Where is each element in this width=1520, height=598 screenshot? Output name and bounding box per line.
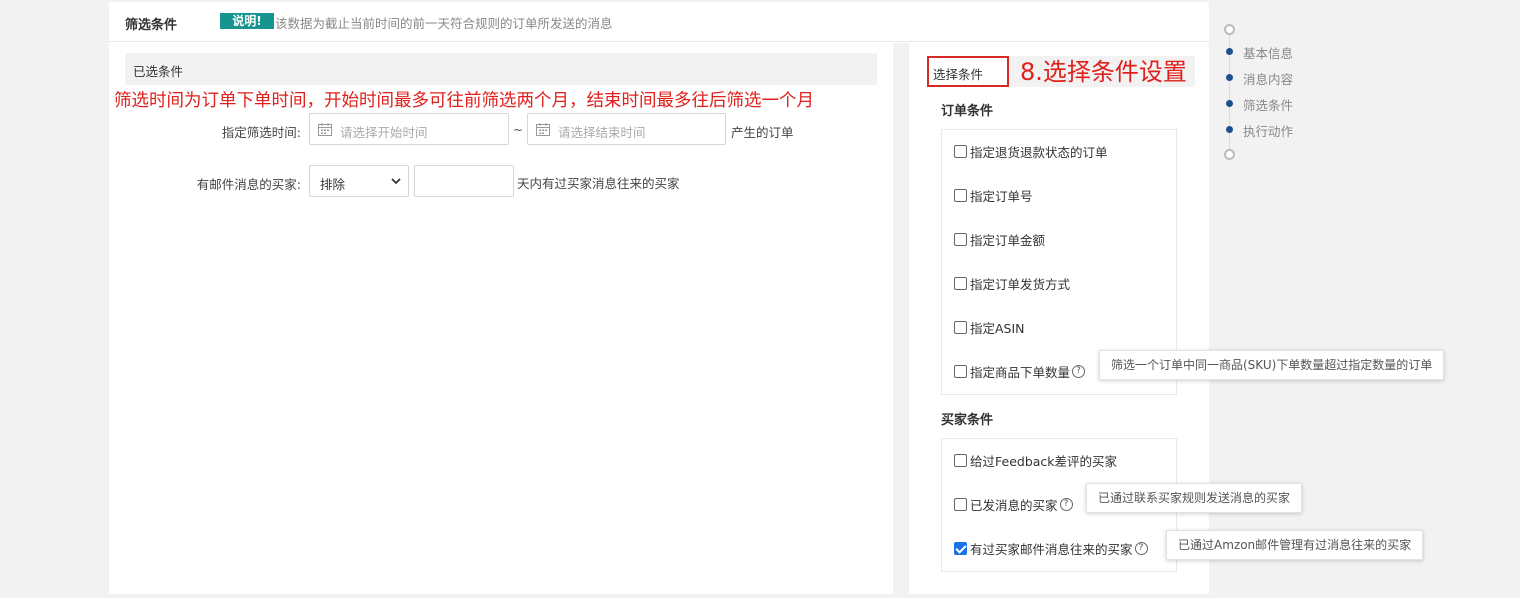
filter-panel: 筛选条件 说明! 该数据为截止当前时间的前一天符合规则的订单所发送的消息 已选条… <box>109 2 1209 594</box>
panel-title: 筛选条件 <box>125 18 178 33</box>
tooltip-mail-buyer: 已通过Amzon邮件管理有过消息往来的买家 <box>1166 530 1424 560</box>
mail-buyer-select[interactable]: 排除 <box>309 165 409 197</box>
question-icon[interactable]: ? <box>1059 497 1073 511</box>
mail-buyer-suffix: 天内有过买家消息往来的买家 <box>517 176 680 191</box>
selected-conditions-bar: 已选条件 <box>125 53 877 85</box>
buyer-condition-label: 有过买家邮件消息往来的买家 <box>970 541 1133 557</box>
mail-buyer-label: 有邮件消息的买家: <box>196 177 301 192</box>
start-date-placeholder: 请选择开始时间 <box>340 125 428 140</box>
order-condition-label: 指定订单金额 <box>970 232 1046 248</box>
checkbox-icon[interactable] <box>954 497 967 511</box>
step-navigation: 基本信息 消息内容 筛选条件 执行动作 <box>1223 22 1343 162</box>
chevron-down-icon <box>391 178 401 185</box>
order-conditions-title: 订单条件 <box>941 104 994 119</box>
calendar-icon <box>318 123 332 136</box>
step-message-content[interactable]: 消息内容 <box>1243 69 1293 88</box>
order-condition-label: 指定订单号 <box>970 188 1033 204</box>
order-condition-item[interactable]: 指定商品下单数量 ? <box>954 362 1086 380</box>
annotation-title: 8.选择条件设置 <box>1020 58 1187 86</box>
order-condition-item[interactable]: 指定订单号 <box>954 186 1033 204</box>
tooltip-messaged-buyer: 已通过联系买家规则发送消息的买家 <box>1086 483 1303 513</box>
step-actions[interactable]: 执行动作 <box>1243 121 1293 140</box>
end-date-placeholder: 请选择结束时间 <box>558 125 646 140</box>
step-filter-conditions[interactable]: 筛选条件 <box>1243 95 1293 114</box>
order-condition-item[interactable]: 指定退货退款状态的订单 <box>954 142 1108 160</box>
checkbox-icon[interactable] <box>954 541 967 555</box>
date-separator: ~ <box>513 123 524 137</box>
note-badge: 说明! <box>220 13 274 29</box>
buyer-condition-item[interactable]: 有过买家邮件消息往来的买家 ? <box>954 539 1148 557</box>
buyer-conditions-title: 买家条件 <box>941 413 994 428</box>
panel-description: 该数据为截止当前时间的前一天符合规则的订单所发送的消息 <box>275 16 613 31</box>
mail-buyer-select-value: 排除 <box>320 177 346 192</box>
question-icon[interactable]: ? <box>1134 541 1148 555</box>
step-basic-info[interactable]: 基本信息 <box>1243 43 1293 62</box>
checkbox-icon[interactable] <box>954 453 967 467</box>
buyer-condition-label: 已发消息的买家 <box>970 497 1058 513</box>
order-condition-item[interactable]: 指定ASIN <box>954 318 1025 336</box>
days-input[interactable] <box>414 165 514 197</box>
date-range-suffix: 产生的订单 <box>731 125 794 140</box>
tooltip-order-quantity: 筛选一个订单中同一商品(SKU)下单数量超过指定数量的订单 <box>1099 350 1445 380</box>
step-dot <box>1226 100 1233 107</box>
step-dot <box>1226 126 1233 133</box>
checkbox-icon[interactable] <box>954 276 967 290</box>
step-end-ring <box>1224 149 1235 160</box>
step-dot <box>1226 74 1233 81</box>
panel-header: 筛选条件 说明! 该数据为截止当前时间的前一天符合规则的订单所发送的消息 <box>109 2 1209 42</box>
column-divider <box>893 43 909 594</box>
step-start-ring <box>1224 24 1235 35</box>
order-condition-label: 指定商品下单数量 <box>970 364 1071 380</box>
calendar-icon <box>536 123 550 136</box>
buyer-condition-label: 给过Feedback差评的买家 <box>970 453 1118 469</box>
order-condition-label: 指定退货退款状态的订单 <box>970 144 1108 160</box>
order-condition-label: 指定订单发货方式 <box>970 276 1071 292</box>
end-date-input[interactable]: 请选择结束时间 <box>527 113 726 145</box>
step-dot <box>1226 48 1233 55</box>
checkbox-icon[interactable] <box>954 188 967 202</box>
choose-conditions-title-box: 选择条件 <box>927 56 1009 87</box>
buyer-condition-item[interactable]: 已发消息的买家 ? <box>954 495 1073 513</box>
selected-conditions-area: 已选条件 筛选时间为订单下单时间，开始时间最多可往前筛选两个月，结束时间最多往后… <box>109 43 893 594</box>
order-condition-item[interactable]: 指定订单金额 <box>954 230 1045 248</box>
checkbox-icon[interactable] <box>954 232 967 246</box>
annotation-note: 筛选时间为订单下单时间，开始时间最多可往前筛选两个月，结束时间最多往后筛选一个月 <box>114 91 814 111</box>
choose-conditions-title: 选择条件 <box>933 67 984 82</box>
start-date-input[interactable]: 请选择开始时间 <box>309 113 509 145</box>
order-condition-item[interactable]: 指定订单发货方式 <box>954 274 1070 292</box>
question-icon[interactable]: ? <box>1072 364 1086 378</box>
selected-conditions-title: 已选条件 <box>133 64 184 79</box>
checkbox-icon[interactable] <box>954 320 967 334</box>
buyer-condition-item[interactable]: 给过Feedback差评的买家 <box>954 451 1117 469</box>
checkbox-icon[interactable] <box>954 144 967 158</box>
order-condition-label: 指定ASIN <box>970 320 1025 336</box>
checkbox-icon[interactable] <box>954 364 967 378</box>
date-range-label: 指定筛选时间: <box>221 125 301 140</box>
